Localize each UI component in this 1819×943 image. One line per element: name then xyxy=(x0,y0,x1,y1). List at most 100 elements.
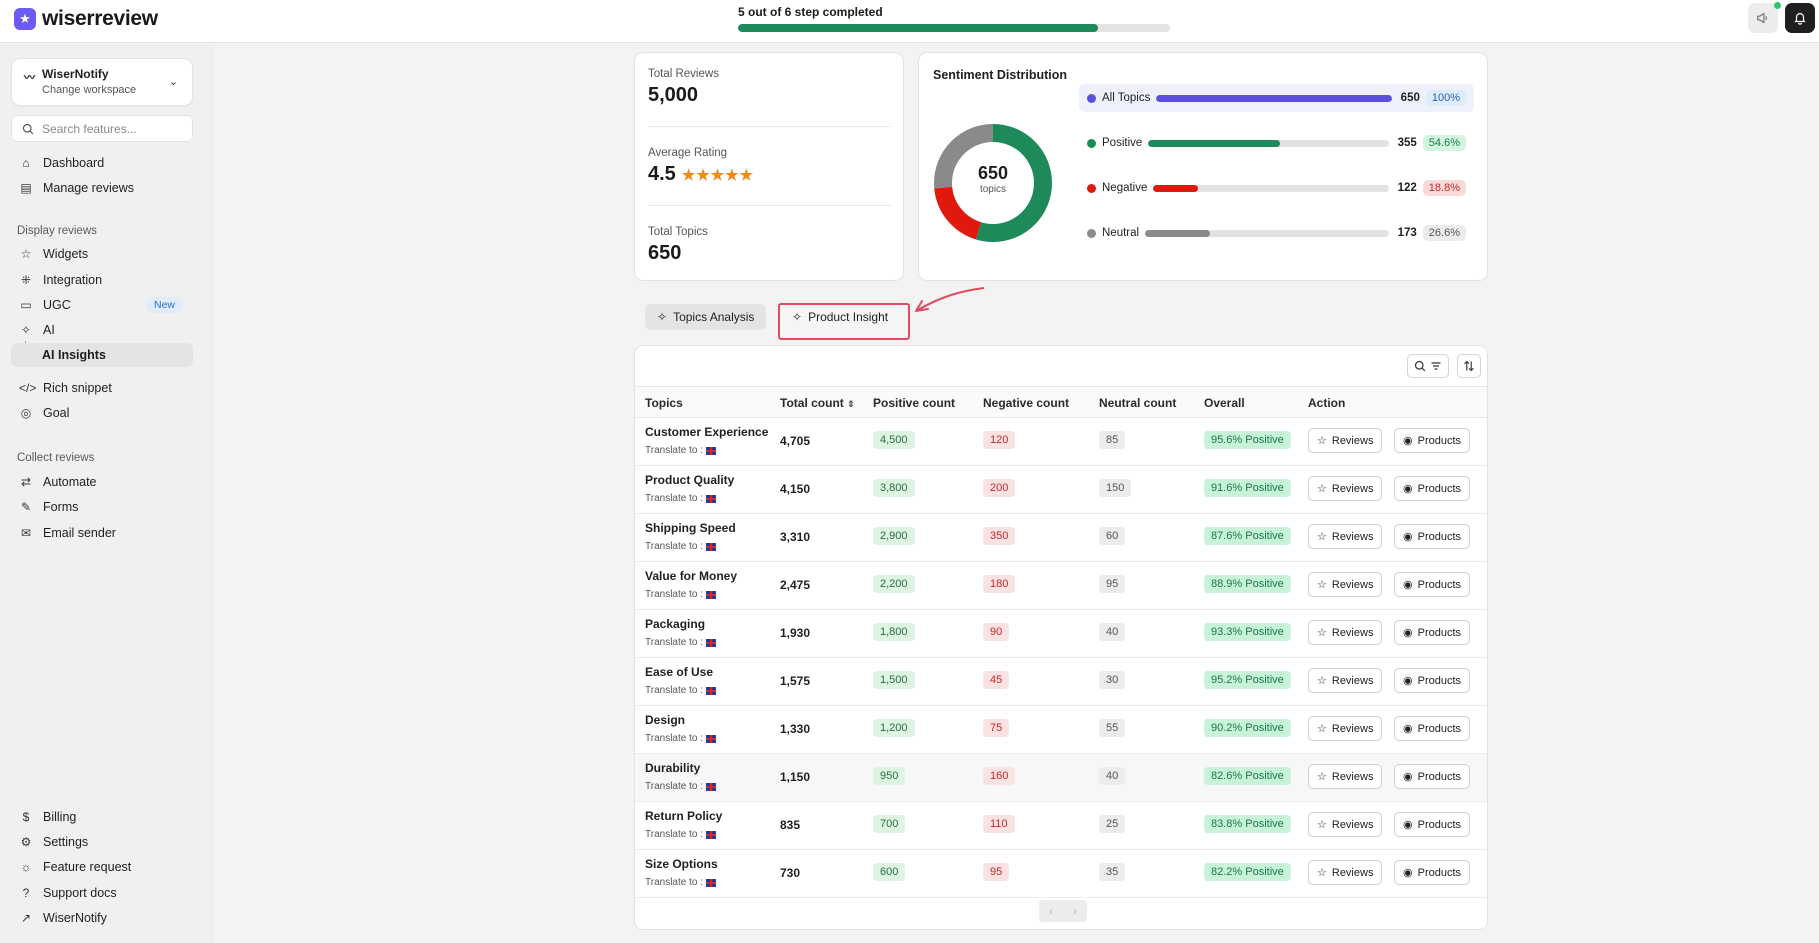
reviews-button[interactable]: ☆ Reviews xyxy=(1308,668,1383,693)
translate-to[interactable]: Translate to : xyxy=(645,541,716,552)
onboarding-progress[interactable]: 5 out of 6 step completed xyxy=(738,5,1170,32)
sentiment-name: Neutral xyxy=(1102,227,1140,239)
positive-count: 1,800 xyxy=(873,623,915,641)
reviews-button[interactable]: ☆ Reviews xyxy=(1308,572,1383,597)
sentiment-row[interactable]: All Topics 650 100% xyxy=(1079,84,1474,112)
reviews-button[interactable]: ☆ Reviews xyxy=(1308,764,1383,789)
total-count: 1,330 xyxy=(780,722,811,736)
star-icon: ☆ xyxy=(1317,579,1327,591)
translate-to[interactable]: Translate to : xyxy=(645,589,716,600)
sentiment-pct: 54.6% xyxy=(1422,135,1466,151)
positive-count: 700 xyxy=(873,815,906,833)
sidebar-item-rich-snippet[interactable]: </> Rich snippet xyxy=(11,376,193,400)
reviews-button[interactable]: ☆ Reviews xyxy=(1308,812,1383,837)
translate-to[interactable]: Translate to : xyxy=(645,733,716,744)
sidebar-item-manage-reviews[interactable]: ▤ Manage reviews xyxy=(11,176,193,200)
table-row[interactable]: Value for Money Translate to : 2,475 2,200 1… xyxy=(635,562,1487,610)
sentiment-row[interactable]: Neutral 173 26.6% xyxy=(1079,219,1474,247)
products-button[interactable]: ◉ Products xyxy=(1394,764,1471,789)
translate-to[interactable]: Translate to : xyxy=(645,445,716,456)
products-button[interactable]: ◉ Products xyxy=(1394,476,1471,501)
sidebar-item-wisernotify[interactable]: ↗ WiserNotify xyxy=(11,906,193,930)
sidebar-item-support-docs[interactable]: ? Support docs xyxy=(11,881,193,905)
total-count: 4,705 xyxy=(780,434,811,448)
button-label: Products xyxy=(1417,434,1462,447)
search-input[interactable] xyxy=(42,121,182,136)
prev-page-icon[interactable]: ‹ xyxy=(1049,904,1053,918)
products-button[interactable]: ◉ Products xyxy=(1394,716,1471,741)
sort-button[interactable] xyxy=(1457,354,1481,378)
sidebar-item-forms[interactable]: ✎ Forms xyxy=(11,495,193,519)
workspace-switcher[interactable]: 〰 WiserNotify Change workspace ⌄ xyxy=(11,58,193,106)
filter-icon xyxy=(1431,362,1441,370)
table-row[interactable]: Packaging Translate to : 1,930 1,800 90 40 93.… xyxy=(635,610,1487,658)
positive-count: 3,800 xyxy=(873,479,915,497)
table-row[interactable]: Design Translate to : 1,330 1,200 75 55 90.2% … xyxy=(635,706,1487,754)
eye-icon: ◉ xyxy=(1403,483,1413,495)
announcement-button[interactable] xyxy=(1748,3,1778,33)
translate-to[interactable]: Translate to : xyxy=(645,781,716,792)
topic-name: Design xyxy=(645,713,686,727)
header-total-count[interactable]: Total count ⇕ xyxy=(780,396,855,410)
table-row[interactable]: Customer Experience Translate to : 4,705 4,… xyxy=(635,418,1487,466)
next-page-icon[interactable]: › xyxy=(1073,904,1077,918)
reviews-button[interactable]: ☆ Reviews xyxy=(1308,620,1383,645)
products-button[interactable]: ◉ Products xyxy=(1394,620,1471,645)
table-row[interactable]: Shipping Speed Translate to : 3,310 2,900 35… xyxy=(635,514,1487,562)
products-button[interactable]: ◉ Products xyxy=(1394,668,1471,693)
translate-to[interactable]: Translate to : xyxy=(645,829,716,840)
products-button[interactable]: ◉ Products xyxy=(1394,860,1471,885)
section-display-reviews: Display reviews xyxy=(17,225,97,237)
sidebar-item-email-sender[interactable]: ✉ Email sender xyxy=(11,521,193,545)
sidebar-item-dashboard[interactable]: ⌂ Dashboard xyxy=(11,151,193,175)
table-row[interactable]: Size Options Translate to : 730 600 95 35 82.2… xyxy=(635,850,1487,898)
translate-to[interactable]: Translate to : xyxy=(645,877,716,888)
translate-to[interactable]: Translate to : xyxy=(645,685,716,696)
reviews-button[interactable]: ☆ Reviews xyxy=(1308,428,1383,453)
sidebar-item-ugc[interactable]: ▭ UGC New xyxy=(11,293,193,317)
topic-name: Return Policy xyxy=(645,809,723,823)
reviews-button[interactable]: ☆ Reviews xyxy=(1308,716,1383,741)
sidebar-item-billing[interactable]: $ Billing xyxy=(11,805,193,829)
notifications-button[interactable] xyxy=(1785,3,1815,33)
products-button[interactable]: ◉ Products xyxy=(1394,572,1471,597)
search-filter-button[interactable] xyxy=(1407,354,1449,378)
translate-to[interactable]: Translate to : xyxy=(645,493,716,504)
search-box[interactable] xyxy=(11,115,193,142)
translate-to[interactable]: Translate to : xyxy=(645,637,716,648)
sentiment-bar xyxy=(1156,94,1392,102)
sidebar-item-ai[interactable]: ✧ AI xyxy=(11,318,193,342)
tab-product-insight[interactable]: ✧ Product Insight xyxy=(778,303,910,340)
topic-name: Ease of Use xyxy=(645,665,714,679)
sidebar-item-settings[interactable]: ⚙ Settings xyxy=(11,830,193,854)
table-header: Topics Total count ⇕ Positive count Nega… xyxy=(635,386,1487,418)
uk-flag-icon xyxy=(706,542,716,551)
table-row[interactable]: Return Policy Translate to : 835 700 110 25 83… xyxy=(635,802,1487,850)
brand-logo[interactable]: ★ wiserreview xyxy=(14,7,158,31)
overall-badge: 87.6% Positive xyxy=(1204,527,1291,545)
header-action: Action xyxy=(1308,396,1346,410)
tab-topics-analysis[interactable]: ✧ Topics Analysis xyxy=(645,304,767,330)
products-button[interactable]: ◉ Products xyxy=(1394,812,1471,837)
reviews-button[interactable]: ☆ Reviews xyxy=(1308,860,1383,885)
products-button[interactable]: ◉ Products xyxy=(1394,524,1471,549)
table-row[interactable]: Product Quality Translate to : 4,150 3,800 2… xyxy=(635,466,1487,514)
sidebar-item-goal[interactable]: ◎ Goal xyxy=(11,401,193,425)
table-row[interactable]: Durability Translate to : 1,150 950 160 40 82.… xyxy=(635,754,1487,802)
overall-badge: 83.8% Positive xyxy=(1204,815,1291,833)
negative-count: 110 xyxy=(983,815,1015,833)
notification-dot xyxy=(1774,2,1781,9)
sentiment-row[interactable]: Positive 355 54.6% xyxy=(1079,129,1474,157)
reviews-button[interactable]: ☆ Reviews xyxy=(1308,524,1383,549)
sidebar-item-integration[interactable]: ⁜ Integration xyxy=(11,268,193,292)
sidebar-item-label: Support docs xyxy=(43,886,117,900)
sidebar-item-widgets[interactable]: ☆ Widgets xyxy=(11,242,193,266)
sidebar-item-ai-insights[interactable]: AI Insights xyxy=(11,343,193,367)
products-button[interactable]: ◉ Products xyxy=(1394,428,1471,453)
table-row[interactable]: Ease of Use Translate to : 1,575 1,500 45 30 9… xyxy=(635,658,1487,706)
reviews-button[interactable]: ☆ Reviews xyxy=(1308,476,1383,501)
sidebar-item-automate[interactable]: ⇄ Automate xyxy=(11,470,193,494)
sentiment-row[interactable]: Negative 122 18.8% xyxy=(1079,174,1474,202)
sentiment-name: Positive xyxy=(1102,137,1143,149)
sidebar-item-feature-request[interactable]: ☼ Feature request xyxy=(11,855,193,879)
